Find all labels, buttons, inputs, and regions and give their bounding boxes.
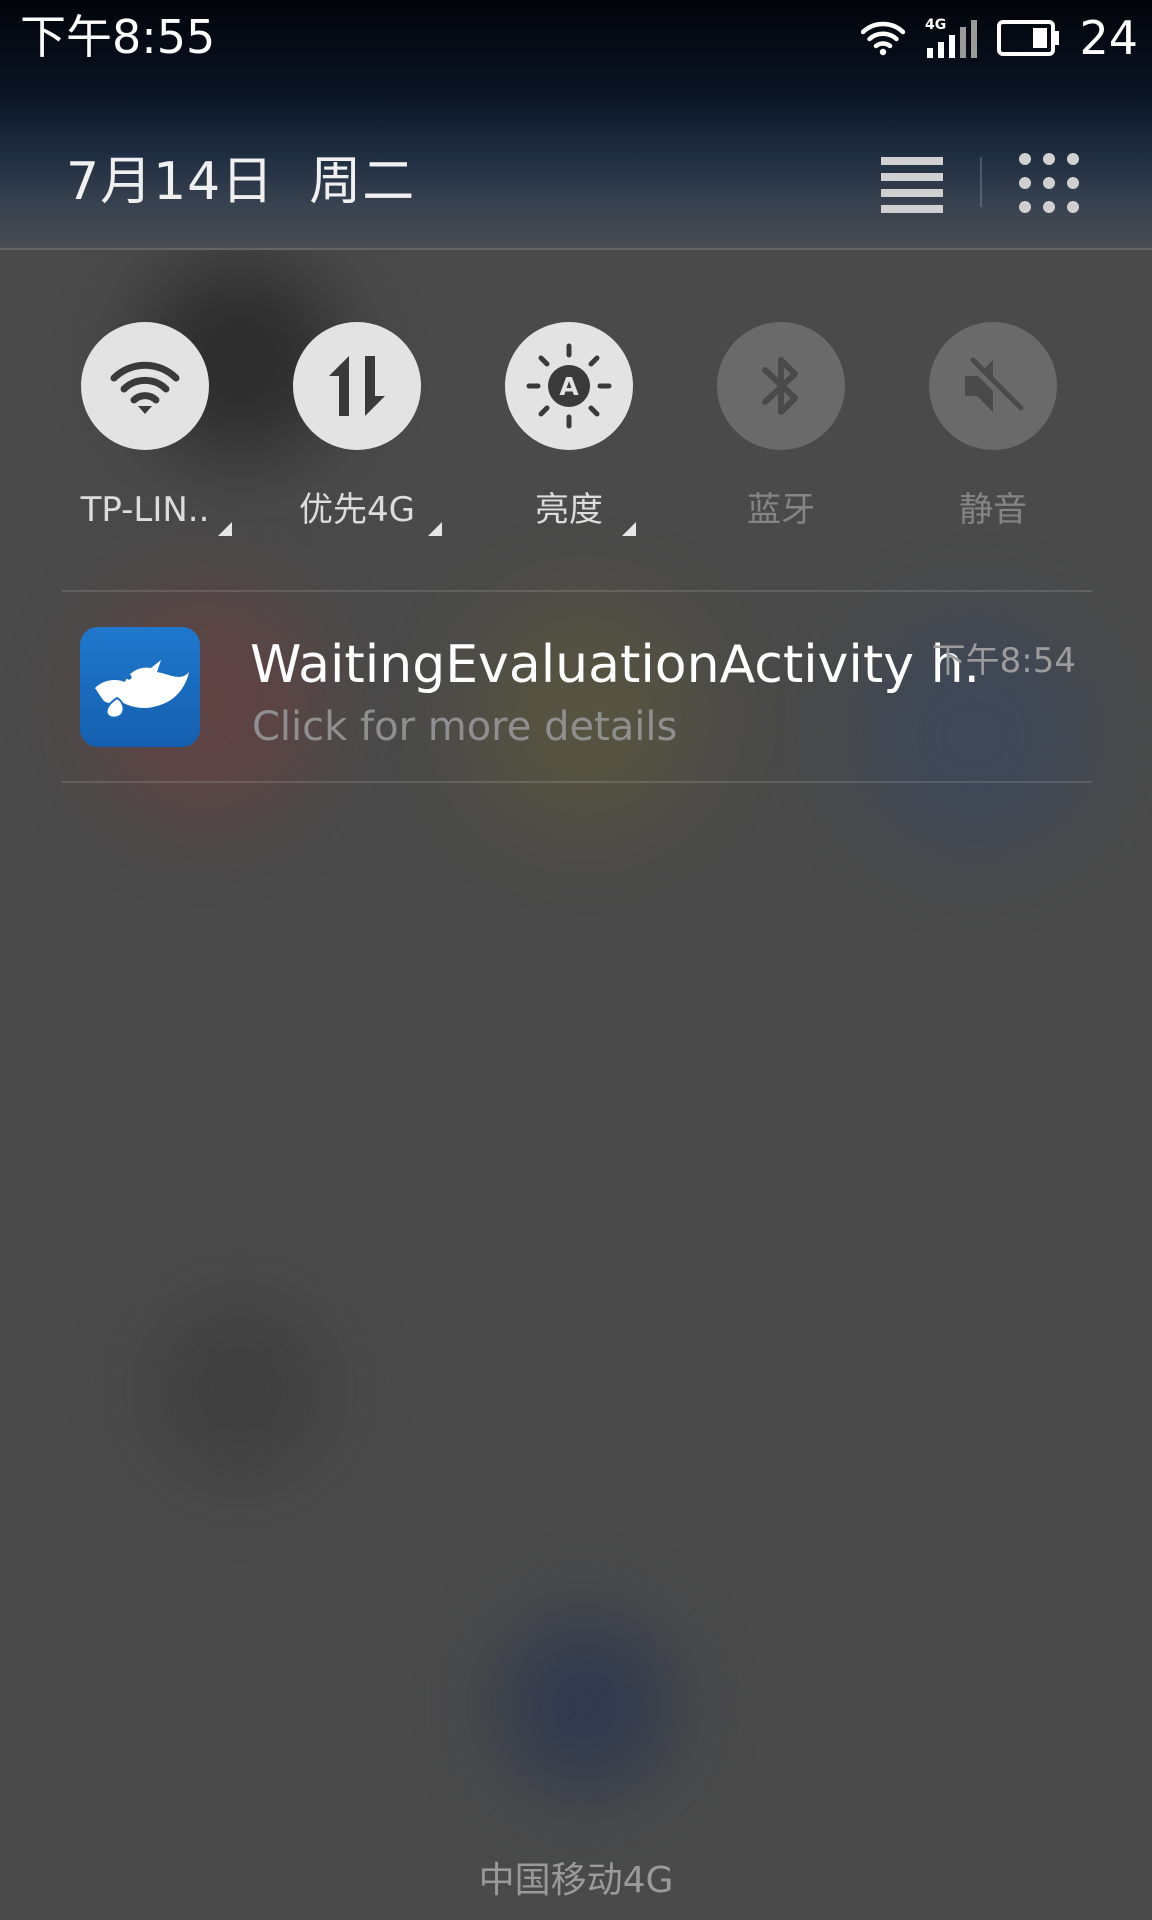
notification-body: Click for more details bbox=[252, 704, 678, 750]
mute-icon bbox=[965, 356, 1025, 416]
wallpaper-blur-dark bbox=[150, 1300, 330, 1480]
wifi-icon bbox=[110, 361, 180, 414]
toggle-mute[interactable]: 静音 bbox=[903, 322, 1083, 542]
date-label: 7月14日 周二 bbox=[66, 152, 416, 212]
toggle-wifi[interactable]: TP-LIN.. bbox=[55, 322, 235, 542]
toggle-bluetooth[interactable]: 蓝牙 bbox=[691, 322, 871, 542]
options-corner-icon bbox=[218, 522, 232, 536]
list-view-icon bbox=[881, 157, 943, 213]
status-time: 下午8:55 bbox=[20, 10, 216, 64]
wifi-icon bbox=[861, 21, 906, 56]
toggle-wifi-circle[interactable] bbox=[81, 322, 209, 450]
bluetooth-icon bbox=[762, 357, 798, 415]
toggle-mobile-data-label: 优先4G bbox=[299, 490, 415, 530]
apps-grid-button[interactable] bbox=[1014, 148, 1084, 218]
dove-app-icon bbox=[80, 627, 200, 747]
battery-percentage: 24 bbox=[1079, 11, 1138, 65]
header-divider bbox=[980, 157, 982, 207]
network-type-label: 4G bbox=[925, 17, 946, 33]
toggle-brightness-circle[interactable]: A bbox=[505, 322, 633, 450]
header-separator bbox=[0, 248, 1152, 250]
quick-settings: TP-LIN.. 优先4G A 亮度 蓝牙 静音 bbox=[0, 322, 1152, 542]
toggle-mobile-data[interactable]: 优先4G bbox=[267, 322, 447, 542]
notification-shade: 下午8:55 4G 24 7月14日 周二 TP-LIN.. 优先4G A 亮度… bbox=[0, 0, 1152, 1920]
options-corner-icon bbox=[622, 522, 636, 536]
options-corner-icon bbox=[428, 522, 442, 536]
notification-time: 下午8:54 bbox=[931, 641, 1076, 681]
carrier-label: 中国移动4G bbox=[478, 1860, 674, 1901]
status-icons: 4G 24 bbox=[861, 10, 1138, 66]
toggle-bluetooth-label: 蓝牙 bbox=[747, 490, 815, 530]
list-view-button[interactable] bbox=[877, 148, 947, 218]
date-row: 7月14日 周二 bbox=[0, 130, 1152, 230]
apps-grid-icon bbox=[1019, 153, 1079, 213]
data-transfer-icon bbox=[329, 356, 385, 416]
notification-divider bbox=[62, 781, 1092, 783]
toggle-bluetooth-circle[interactable] bbox=[717, 322, 845, 450]
battery-icon bbox=[997, 20, 1060, 56]
auto-brightness-icon: A bbox=[526, 343, 612, 429]
toggle-brightness[interactable]: A 亮度 bbox=[479, 322, 659, 542]
toggle-wifi-label: TP-LIN.. bbox=[80, 490, 210, 530]
cellular-signal-icon: 4G bbox=[925, 17, 978, 58]
toggle-brightness-label: 亮度 bbox=[535, 490, 603, 530]
notification-item[interactable]: WaitingEvaluationActivity h.. 下午8:54 Cli… bbox=[62, 592, 1092, 781]
wallpaper-blur-navy bbox=[500, 1620, 670, 1790]
toggle-mute-label: 静音 bbox=[959, 490, 1027, 530]
dove-icon bbox=[95, 660, 189, 719]
toggle-mobile-data-circle[interactable] bbox=[293, 322, 421, 450]
notification-title: WaitingEvaluationActivity h.. bbox=[250, 635, 980, 695]
toggle-mute-circle[interactable] bbox=[929, 322, 1057, 450]
svg-text:A: A bbox=[559, 372, 579, 401]
status-bar: 下午8:55 4G 24 bbox=[0, 0, 1152, 76]
